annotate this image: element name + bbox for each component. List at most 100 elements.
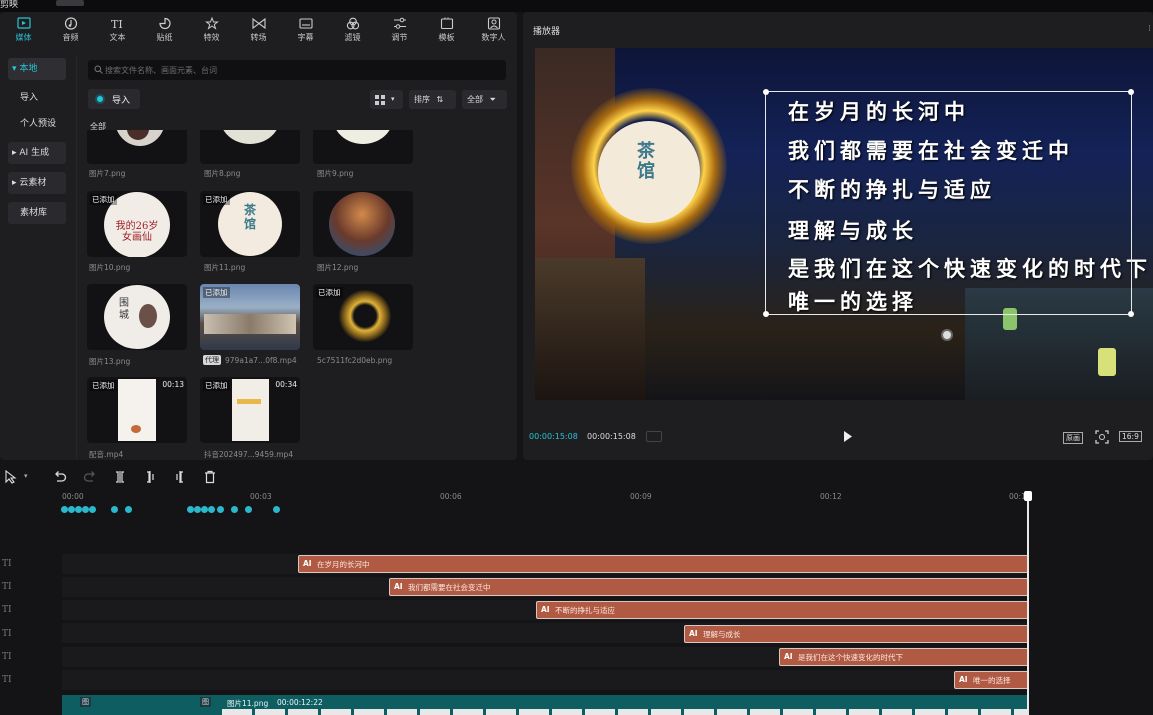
sort-button[interactable]: 排序 ⇅ <box>409 90 456 109</box>
timeline-toggle-icon[interactable] <box>646 431 662 442</box>
aspect-ratio-button[interactable]: 16:9 <box>1119 431 1142 442</box>
beat-marker[interactable] <box>194 506 201 513</box>
playhead[interactable] <box>1024 491 1032 715</box>
beat-marker[interactable] <box>201 506 208 513</box>
sidebar-label: 个人预设 <box>20 119 57 129</box>
resize-handle[interactable] <box>763 89 769 95</box>
beat-marker[interactable] <box>245 506 252 513</box>
tab-label: 贴纸 <box>156 33 173 42</box>
beat-marker[interactable] <box>111 506 118 513</box>
tab-sticker[interactable]: 贴纸 <box>141 12 188 48</box>
tab-transition[interactable]: 转场 <box>235 12 282 48</box>
media-card[interactable] <box>313 191 413 257</box>
view-mode-button[interactable]: ▾ <box>370 90 403 109</box>
tab-digital-human[interactable]: 数字人 <box>470 12 517 48</box>
media-card[interactable] <box>87 130 187 164</box>
delete-icon[interactable] <box>203 470 217 484</box>
split-icon[interactable] <box>113 470 127 484</box>
media-card[interactable]: 已添加 <box>200 284 300 350</box>
beat-marker[interactable] <box>217 506 224 513</box>
beat-marker[interactable] <box>187 506 194 513</box>
undo-icon[interactable] <box>53 470 67 484</box>
trim-right-icon[interactable] <box>173 470 187 484</box>
import-button[interactable]: 导入 <box>88 89 140 109</box>
sidebar-item-cloud[interactable]: ▸ 云素材 <box>8 172 66 194</box>
tab-effects[interactable]: 特效 <box>188 12 235 48</box>
sidebar-item-local[interactable]: ▾ 本地 <box>8 58 66 80</box>
original-quality-button[interactable]: 原画 <box>1063 432 1083 444</box>
text-track-icon: TI <box>2 582 12 592</box>
subtitle-icon <box>298 18 313 29</box>
playhead-knob[interactable] <box>1024 491 1032 501</box>
beat-marker[interactable] <box>273 506 280 513</box>
more-icon[interactable]: ⁞ <box>1148 24 1151 34</box>
tab-adjust[interactable]: 调节 <box>376 12 423 48</box>
transition-icon <box>251 17 266 30</box>
media-card[interactable]: 我的26岁女画仙 已添加 <box>87 191 187 257</box>
fullscreen-focus-icon[interactable] <box>1095 430 1109 444</box>
beat-marker[interactable] <box>68 506 75 513</box>
text-clip[interactable]: AI 在岁月的长河中 <box>298 555 1029 573</box>
tab-text[interactable]: TI 文本 <box>94 12 141 48</box>
rotate-handle[interactable] <box>941 329 953 341</box>
media-card[interactable] <box>200 130 300 164</box>
media-card[interactable]: 已添加 00:13 <box>87 377 187 443</box>
selection-box[interactable] <box>763 89 1134 317</box>
badge-text: 茶馆 <box>637 141 655 182</box>
sidebar-divider <box>76 56 77 460</box>
sidebar-item-ai[interactable]: ▸ AI 生成 <box>8 142 66 164</box>
clip-text: 我们都需要在社会变迁中 <box>408 583 491 592</box>
beat-marker[interactable] <box>75 506 82 513</box>
resize-handle[interactable] <box>763 311 769 317</box>
duration: 00:13 <box>162 380 184 389</box>
text-clip[interactable]: AI 理解与成长 <box>684 625 1029 643</box>
beat-marker[interactable] <box>82 506 89 513</box>
resize-handle[interactable] <box>1128 311 1134 317</box>
tab-subtitle[interactable]: 字幕 <box>282 12 329 48</box>
resize-handle[interactable] <box>1128 89 1134 95</box>
text-icon: TI <box>111 18 123 30</box>
beat-marker[interactable] <box>208 506 215 513</box>
tab-filter[interactable]: 滤镜 <box>329 12 376 48</box>
chevron-down-icon[interactable]: ▾ <box>24 472 28 480</box>
video-track[interactable]: 图 图 图片11.png 00:00:12:22 <box>62 695 1029 715</box>
beat-marker[interactable] <box>61 506 68 513</box>
player-controls: 00:00:15:08 00:00:15:08 原画 16:9 <box>523 412 1153 460</box>
sidebar-item-import[interactable]: 导入 <box>8 87 66 109</box>
text-clip[interactable]: AI 我们都需要在社会变迁中 <box>389 578 1029 596</box>
beat-marker[interactable] <box>125 506 132 513</box>
thumbnail-title: 茶馆 <box>244 203 257 231</box>
filter-button[interactable]: 全部 ⏷ <box>462 90 507 109</box>
text-clip[interactable]: AI 是我们在这个快速变化的时代下 <box>779 648 1029 666</box>
tab-audio[interactable]: 音频 <box>47 12 94 48</box>
project-tab[interactable] <box>56 0 84 6</box>
media-card[interactable]: 已添加 00:34 <box>200 377 300 443</box>
play-icon[interactable] <box>843 431 853 442</box>
text-clip[interactable]: AI 不断的挣扎与适应 <box>536 601 1029 619</box>
media-card[interactable]: 茶馆 已添加 <box>200 191 300 257</box>
tab-media[interactable]: 媒体 <box>0 12 47 48</box>
search-input[interactable]: 搜索文件名称、画面元素、台词 <box>88 60 506 80</box>
title-bar: 剪映 <box>0 0 1153 12</box>
media-filename: 图片7.png <box>89 169 126 178</box>
current-time: 00:00:15:08 <box>529 432 578 441</box>
sidebar-item-presets[interactable]: 个人预设 <box>8 113 74 135</box>
thumbnail-buildings <box>204 314 296 334</box>
trim-left-icon[interactable] <box>143 470 157 484</box>
timeline-ruler[interactable]: 00:00 00:03 00:06 00:09 00:12 00:1 <box>62 492 1153 504</box>
clip-text: 理解与成长 <box>703 630 741 639</box>
tab-template[interactable]: 模板 <box>423 12 470 48</box>
preview-canvas[interactable]: 茶馆 在岁月的长河中 我们都需要在社会变迁中 不断的挣扎与适应 理解与成长 是我… <box>535 48 1153 400</box>
thumbnail <box>333 130 393 144</box>
sidebar-item-library[interactable]: 素材库 <box>8 202 66 224</box>
redo-icon[interactable] <box>83 470 97 484</box>
ruler-tick: 00:00 <box>62 492 84 501</box>
beat-marker[interactable] <box>231 506 238 513</box>
beat-marker[interactable] <box>89 506 96 513</box>
media-card[interactable] <box>313 130 413 164</box>
cursor-icon[interactable] <box>4 470 18 484</box>
text-clip[interactable]: AI 唯一的选择 <box>954 671 1029 689</box>
media-card[interactable]: 围城 <box>87 284 187 350</box>
text-track-icon: TI <box>2 605 12 615</box>
media-card[interactable]: 已添加 <box>313 284 413 350</box>
